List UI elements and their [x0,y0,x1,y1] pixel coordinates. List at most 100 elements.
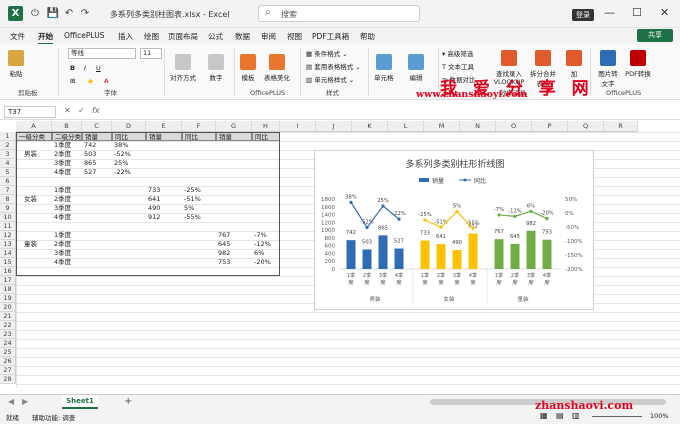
sales-value-cell[interactable]: 645 [216,240,252,249]
maximize-icon[interactable]: ☐ [632,6,642,19]
menu-page-layout[interactable]: 页面布局 [168,31,198,42]
table-header-cell[interactable]: 同比 [252,132,280,141]
image-to-text-button[interactable]: 图片转 文字 [596,50,620,88]
italic-button[interactable]: I [84,64,86,72]
column-header-K[interactable]: K [352,121,388,132]
row-header-15[interactable]: 15 [0,258,16,267]
tab-sheet1[interactable]: Sheet1 [62,395,98,409]
row-header-25[interactable]: 25 [0,348,16,357]
table-format-button[interactable]: ▤ 套用表格格式 ⌄ [306,61,361,71]
menu-data[interactable]: 数据 [235,31,250,42]
quarter-cell[interactable]: 3季度 [52,159,82,168]
autosave-icon[interactable]: ⏻ [28,7,42,21]
column-header-E[interactable]: E [146,121,182,132]
accessibility-status[interactable]: 辅助功能: 调查 [32,412,75,422]
sales-value-cell[interactable]: 490 [146,204,182,213]
menu-officeplus[interactable]: OfficePLUS [64,31,104,40]
quarter-cell[interactable]: 3季度 [52,204,82,213]
column-header-P[interactable]: P [532,121,568,132]
group-label-cell[interactable]: 男装 [16,150,52,159]
row-header-14[interactable]: 14 [0,249,16,258]
cancel-icon[interactable]: ✕ [64,106,71,115]
minimize-icon[interactable]: — [604,6,615,19]
growth-value-cell[interactable]: 25% [112,159,146,168]
row-header-5[interactable]: 5 [0,168,16,177]
table-header-cell[interactable]: 一级分类 [16,132,52,141]
row-header-21[interactable]: 21 [0,312,16,321]
table-header-cell[interactable]: 销量 [82,132,112,141]
growth-value-cell[interactable]: -25% [182,186,216,195]
row-header-13[interactable]: 13 [0,240,16,249]
template-button[interactable]: 模板 [240,54,256,82]
conditional-format-button[interactable]: ▦ 条件格式 ⌄ [306,48,348,58]
quarter-cell[interactable]: 1季度 [52,186,82,195]
share-button[interactable]: 共享 [637,29,673,42]
edit-button[interactable]: 编辑 [408,54,424,82]
growth-value-cell[interactable]: 6% [252,249,280,258]
column-header-B[interactable]: B [52,121,82,132]
confirm-icon[interactable]: ✓ [78,106,85,115]
column-header-F[interactable]: F [182,121,216,132]
font-name-select[interactable]: 等线 [68,48,136,59]
table-header-cell[interactable]: 同比 [182,132,216,141]
zoom-level[interactable]: 100% [650,412,669,420]
row-header-27[interactable]: 27 [0,366,16,375]
menu-review[interactable]: 审阅 [261,31,276,42]
quarter-cell[interactable]: 2季度 [52,195,82,204]
row-header-8[interactable]: 8 [0,195,16,204]
row-header-4[interactable]: 4 [0,159,16,168]
number-button[interactable]: 数字 [208,54,224,82]
beautify-button[interactable]: 表格美化 [264,54,290,82]
name-box[interactable]: T37 [4,106,56,118]
row-header-26[interactable]: 26 [0,357,16,366]
column-header-O[interactable]: O [496,121,532,132]
row-header-28[interactable]: 28 [0,375,16,384]
zoom-slider[interactable] [592,416,642,417]
font-size-select[interactable]: 11 [140,48,162,59]
cell-style-button[interactable]: ▥ 单元格样式 ⌄ [306,74,354,84]
group-label-cell[interactable]: 女装 [16,195,52,204]
page-break-icon[interactable]: ▥ [572,411,580,420]
column-header-Q[interactable]: Q [568,121,604,132]
search-box[interactable]: ⌕ 搜索 [258,5,420,22]
column-header-R[interactable]: R [604,121,638,132]
column-header-D[interactable]: D [112,121,146,132]
row-header-3[interactable]: 3 [0,150,16,159]
sales-value-cell[interactable]: 767 [216,231,252,240]
menu-pdf-tools[interactable]: PDF工具箱 [312,31,349,42]
quarter-cell[interactable]: 2季度 [52,150,82,159]
row-header-1[interactable]: 1 [0,132,16,141]
sales-value-cell[interactable]: 753 [216,258,252,267]
row-header-20[interactable]: 20 [0,303,16,312]
paste-button[interactable]: 粘贴 [8,50,24,78]
growth-value-cell[interactable]: -55% [182,213,216,222]
row-header-24[interactable]: 24 [0,339,16,348]
growth-value-cell[interactable]: -52% [112,150,146,159]
sales-value-cell[interactable]: 503 [82,150,112,159]
menu-home[interactable]: 开始 [38,31,53,45]
fill-color-button[interactable]: ◆ [88,77,93,85]
row-header-16[interactable]: 16 [0,267,16,276]
border-button[interactable]: ⊞ [70,77,75,85]
column-header-G[interactable]: G [216,121,252,132]
sales-value-cell[interactable]: 742 [82,141,112,150]
sales-value-cell[interactable]: 733 [146,186,182,195]
undo-icon[interactable]: ↶ [62,7,76,21]
row-header-9[interactable]: 9 [0,204,16,213]
tab-next-icon[interactable]: ▶ [22,397,28,406]
group-label-cell[interactable]: 童装 [16,240,52,249]
growth-value-cell[interactable]: -51% [182,195,216,204]
quarter-cell[interactable]: 1季度 [52,141,82,150]
pdf-convert-button[interactable]: PDF转换 [624,50,652,78]
add-sheet-icon[interactable]: + [124,396,132,407]
save-icon[interactable]: 💾 [46,7,60,21]
chart-object[interactable]: 多系列多类别柱形折线图 销量 同比 1800 1600 1400 1200 1000 800 60… [314,150,594,310]
sales-value-cell[interactable]: 982 [216,249,252,258]
growth-value-cell[interactable]: -22% [112,168,146,177]
sales-value-cell[interactable]: 641 [146,195,182,204]
fx-icon[interactable]: fx [92,106,100,115]
column-header-H[interactable]: H [252,121,280,132]
column-header-L[interactable]: L [388,121,424,132]
quarter-cell[interactable]: 3季度 [52,249,82,258]
menu-file[interactable]: 文件 [10,31,25,42]
